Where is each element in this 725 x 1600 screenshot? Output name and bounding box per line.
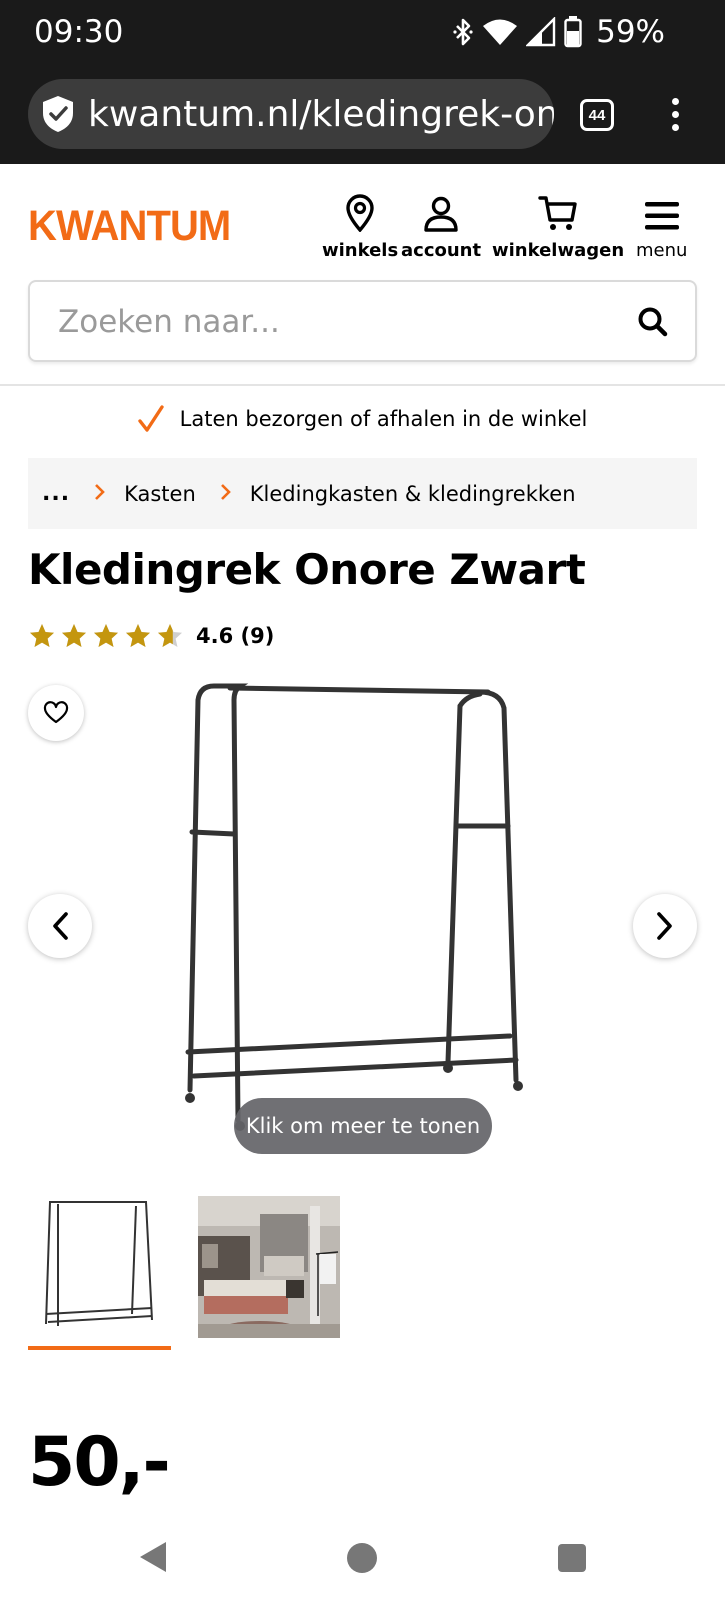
usp-banner: Laten bezorgen of afhalen in de winkel [0, 396, 725, 442]
cart-icon [538, 196, 577, 230]
site-header: KWANTUM winkels account winkelwagen menu… [0, 164, 725, 386]
wishlist-button[interactable] [28, 685, 84, 741]
star-icon [158, 624, 182, 647]
search-icon[interactable] [637, 306, 669, 338]
more-vert-icon[interactable] [672, 98, 682, 132]
star-icon [62, 624, 86, 647]
battery-percent: 59% [596, 14, 665, 50]
chevron-right-icon [657, 912, 672, 940]
thumbnail-product[interactable] [28, 1196, 170, 1338]
address-bar[interactable]: kwantum.nl/kledingrek-onore-zwart [28, 79, 554, 149]
product-price: 50,- [28, 1423, 171, 1502]
nav-label: account [401, 240, 482, 261]
person-icon [424, 196, 458, 232]
back-icon[interactable] [138, 1540, 168, 1574]
location-pin-icon [346, 194, 374, 232]
browser-toolbar: kwantum.nl/kledingrek-onore-zwart 44 [0, 66, 725, 164]
breadcrumb: ... Kasten Kledingkasten & kledingrekken [28, 458, 697, 529]
nav-winkels[interactable]: winkels [322, 188, 398, 261]
kwantum-logo[interactable]: KWANTUM [28, 202, 231, 251]
nav-winkelwagen[interactable]: winkelwagen [492, 188, 624, 261]
tab-switcher-icon[interactable]: 44 [580, 99, 614, 131]
home-icon[interactable] [347, 1543, 377, 1573]
checkmark-icon [137, 405, 164, 432]
status-time: 09:30 [34, 14, 124, 50]
thumbnail-selected-indicator [28, 1346, 171, 1350]
search-placeholder: Zoeken naar... [58, 304, 280, 340]
breadcrumb-ellipsis[interactable]: ... [42, 481, 70, 506]
product-rating[interactable]: 4.6 (9) [28, 622, 274, 650]
android-nav-bar [0, 1520, 725, 1600]
url-text[interactable]: kwantum.nl/kledingrek-onore-zwart [88, 94, 554, 135]
bluetooth-icon [453, 18, 473, 46]
star-icon [126, 624, 150, 647]
nav-menu[interactable]: menu [636, 188, 687, 261]
battery-icon [564, 16, 582, 48]
thumbnail-bedroom[interactable] [198, 1196, 340, 1338]
star-icon [94, 624, 118, 647]
carousel-prev-button[interactable] [28, 894, 92, 958]
chevron-right-icon [94, 481, 106, 507]
nav-label: menu [636, 240, 688, 261]
status-icons: 59% [452, 14, 665, 50]
hamburger-icon [644, 202, 679, 230]
status-bar: 09:30 59% [0, 0, 725, 66]
cell-signal-icon [526, 17, 556, 47]
star-rating [28, 622, 188, 650]
recents-icon[interactable] [558, 1544, 586, 1572]
show-more-button[interactable]: Klik om meer te tonen [234, 1098, 492, 1154]
chevron-right-icon [220, 481, 232, 507]
search-input[interactable]: Zoeken naar... [28, 280, 697, 362]
shield-check-icon[interactable] [40, 94, 76, 134]
nav-label: winkels [322, 240, 399, 261]
usp-text: Laten bezorgen of afhalen in de winkel [179, 407, 588, 431]
product-title: Kledingrek Onore Zwart [28, 545, 586, 594]
product-image[interactable] [170, 680, 550, 1160]
chevron-left-icon [53, 912, 68, 940]
carousel-next-button[interactable] [633, 894, 697, 958]
breadcrumb-item-kasten[interactable]: Kasten [124, 482, 196, 506]
star-icon [30, 624, 54, 647]
heart-icon [43, 701, 69, 724]
wifi-icon [483, 19, 518, 45]
rating-text: 4.6 (9) [196, 624, 275, 648]
nav-label: winkelwagen [492, 240, 625, 261]
breadcrumb-item-kledingkasten[interactable]: Kledingkasten & kledingrekken [250, 482, 576, 506]
nav-account[interactable]: account [401, 188, 481, 261]
